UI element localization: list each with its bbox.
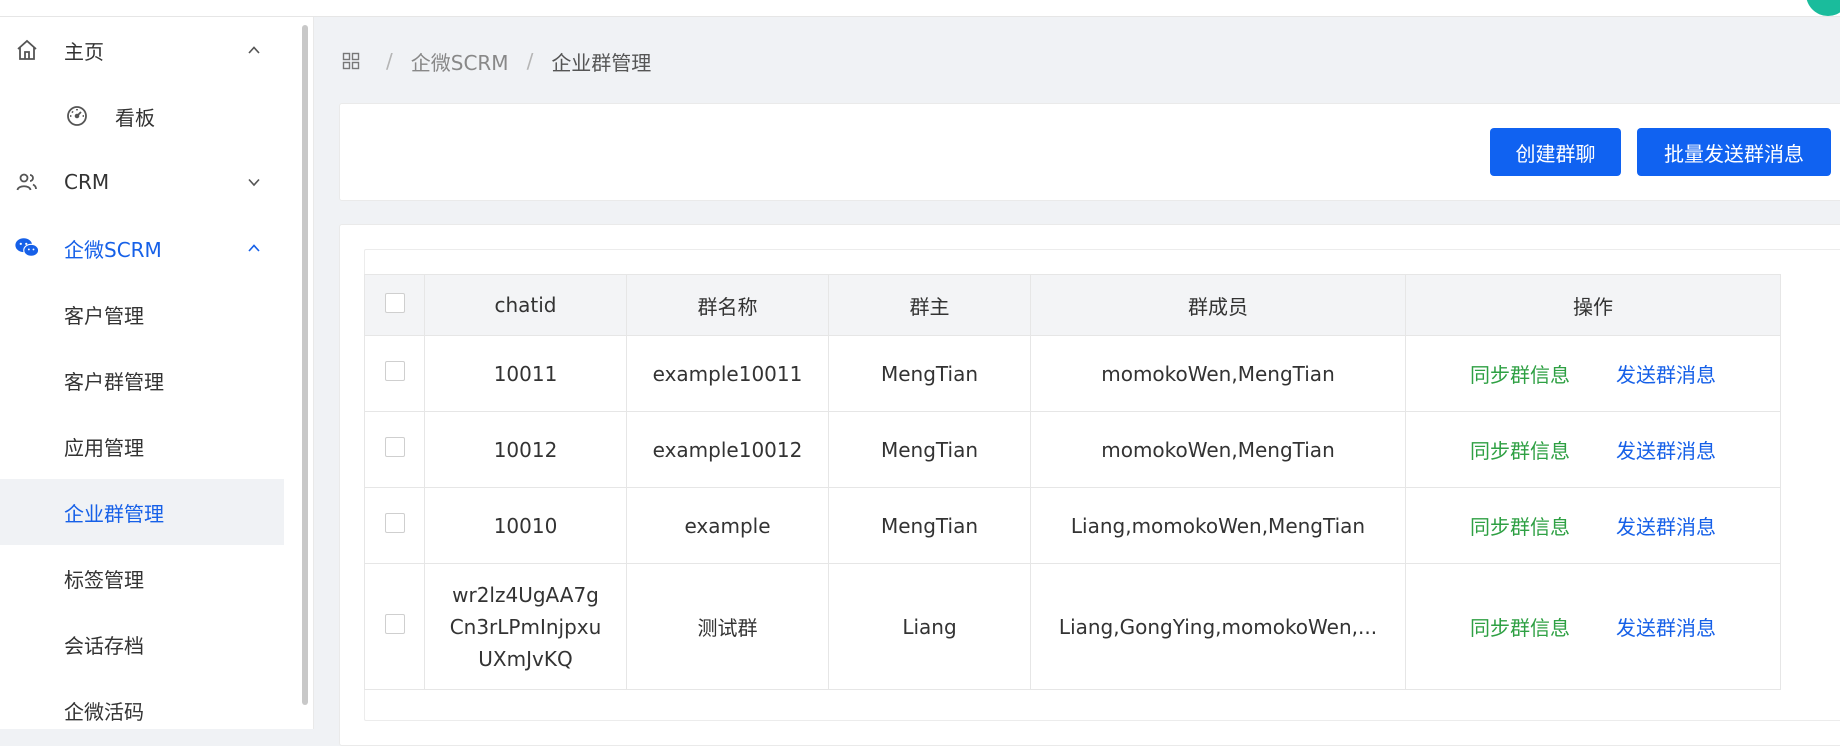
users-icon [14, 169, 40, 195]
create-group-button[interactable]: 创建群聊 [1490, 128, 1621, 176]
table-row: wr2lz4UgAA7gCn3rLPmInjpxuUXmJvKQ 测试群 Lia… [364, 563, 1781, 690]
chatid-cell: wr2lz4UgAA7gCn3rLPmInjpxuUXmJvKQ [424, 563, 627, 690]
sidebar-item-live-code[interactable]: 企微活码 [0, 677, 284, 729]
row-checkbox[interactable] [384, 614, 405, 634]
sidebar-item-label: 标签管理 [64, 567, 144, 592]
batch-send-button[interactable]: 批量发送群消息 [1637, 128, 1831, 176]
column-header[interactable]: 群成员 [1030, 274, 1406, 336]
select-all-cell [364, 274, 425, 336]
row-checkbox[interactable] [384, 513, 405, 533]
breadcrumb-separator: / [526, 49, 534, 73]
avatar[interactable] [1806, 0, 1840, 16]
top-header [0, 0, 1840, 17]
row-select-cell [364, 563, 425, 690]
row-select-cell [364, 487, 425, 564]
sidebar-item-chat-archive[interactable]: 会话存档 [0, 611, 284, 677]
breadcrumb-item-current: 企业群管理 [551, 50, 652, 75]
members-cell: momokoWen,MengTian [1030, 335, 1406, 412]
sync-group-info-link[interactable]: 同步群信息 [1470, 616, 1570, 640]
chatid-text: wr2lz4UgAA7gCn3rLPmInjpxuUXmJvKQ [449, 582, 602, 671]
sidebar-item-label: 应用管理 [64, 435, 144, 460]
sidebar-item-label: 会话存档 [64, 633, 144, 658]
sidebar-item-label: 企微SCRM [64, 237, 162, 262]
column-header[interactable]: 群名称 [626, 274, 829, 336]
send-group-message-link[interactable]: 发送群消息 [1616, 439, 1716, 463]
sidebar-item-home[interactable]: 主页 [0, 17, 284, 83]
owner-cell: MengTian [828, 411, 1031, 488]
chevron-up-icon [244, 40, 264, 60]
sidebar-item-label: 客户管理 [64, 303, 144, 328]
sidebar-menu: 主页 看板 CRM 企微SCRM 客户管理 客户群管理 应用管理 企业群管理 标… [0, 17, 284, 729]
sidebar-item-tags[interactable]: 标签管理 [0, 545, 284, 611]
row-select-cell [364, 335, 425, 412]
sidebar-item-label: 主页 [64, 39, 104, 64]
chatid-cell: 10010 [424, 487, 627, 564]
group-name-cell: example10012 [626, 411, 829, 488]
column-header[interactable]: chatid [424, 274, 627, 336]
chevron-up-icon [244, 238, 264, 258]
sidebar-item-label: 看板 [115, 105, 155, 130]
toolbar-card: 创建群聊 批量发送群消息 [339, 103, 1840, 201]
members-text: Liang,GongYing,momokoWen,... [1058, 615, 1378, 640]
column-header[interactable]: 群主 [828, 274, 1031, 336]
sidebar-item-label: 企业群管理 [64, 501, 164, 526]
actions-cell: 同步群信息 发送群消息 [1405, 487, 1781, 564]
group-name-cell: example10011 [626, 335, 829, 412]
table-row: 10012 example10012 MengTian momokoWen,Me… [364, 411, 1781, 488]
table-row: 10010 example MengTian Liang,momokoWen,M… [364, 487, 1781, 564]
members-cell: Liang,momokoWen,MengTian [1030, 487, 1406, 564]
sidebar-item-apps[interactable]: 应用管理 [0, 413, 284, 479]
wechat-icon [14, 235, 40, 261]
breadcrumb-separator: / [386, 49, 393, 73]
table-card: chatid 群名称 群主 群成员 操作 10011 example10011 … [339, 224, 1840, 746]
row-select-cell [364, 411, 425, 488]
owner-cell: MengTian [828, 335, 1031, 412]
sidebar: 主页 看板 CRM 企微SCRM 客户管理 客户群管理 应用管理 企业群管理 标… [0, 17, 314, 729]
home-icon [14, 37, 40, 63]
send-group-message-link[interactable]: 发送群消息 [1616, 515, 1716, 539]
sidebar-item-enterprise-group[interactable]: 企业群管理 [0, 479, 284, 545]
sidebar-item-customer-group[interactable]: 客户群管理 [0, 347, 284, 413]
send-group-message-link[interactable]: 发送群消息 [1616, 616, 1716, 640]
group-name-cell: 测试群 [626, 563, 829, 690]
owner-cell: Liang [828, 563, 1031, 690]
row-checkbox[interactable] [384, 361, 405, 381]
sidebar-item-label: 客户群管理 [64, 369, 164, 394]
members-cell: momokoWen,MengTian [1030, 411, 1406, 488]
sidebar-item-crm[interactable]: CRM [0, 149, 284, 215]
sidebar-item-label: CRM [64, 170, 110, 194]
sidebar-item-dashboard[interactable]: 看板 [0, 83, 284, 149]
sync-group-info-link[interactable]: 同步群信息 [1470, 363, 1570, 387]
select-all-checkbox[interactable] [384, 292, 405, 313]
group-name-cell: example [626, 487, 829, 564]
row-checkbox[interactable] [384, 437, 405, 457]
table-row: 10011 example10011 MengTian momokoWen,Me… [364, 335, 1781, 412]
owner-cell: MengTian [828, 487, 1031, 564]
actions-cell: 同步群信息 发送群消息 [1405, 563, 1781, 690]
actions-cell: 同步群信息 发送群消息 [1405, 411, 1781, 488]
apps-grid-icon[interactable] [340, 50, 362, 72]
members-cell: Liang,GongYing,momokoWen,... [1030, 563, 1406, 690]
table-header-row: chatid 群名称 群主 群成员 操作 [364, 274, 1781, 336]
chatid-cell: 10012 [424, 411, 627, 488]
sync-group-info-link[interactable]: 同步群信息 [1470, 515, 1570, 539]
dashboard-icon [64, 103, 90, 129]
chevron-down-icon [244, 172, 264, 192]
breadcrumb: / 企微SCRM / 企业群管理 [340, 44, 651, 78]
sync-group-info-link[interactable]: 同步群信息 [1470, 439, 1570, 463]
group-table: chatid 群名称 群主 群成员 操作 10011 example10011 … [364, 274, 1781, 690]
send-group-message-link[interactable]: 发送群消息 [1616, 363, 1716, 387]
sidebar-scrollbar[interactable] [302, 25, 308, 705]
actions-cell: 同步群信息 发送群消息 [1405, 335, 1781, 412]
sidebar-item-customer[interactable]: 客户管理 [0, 281, 284, 347]
column-header: 操作 [1405, 274, 1781, 336]
sidebar-item-label: 企微活码 [64, 699, 144, 724]
breadcrumb-item-wecom-scrm[interactable]: 企微SCRM [411, 47, 509, 76]
sidebar-item-wecom-scrm[interactable]: 企微SCRM [0, 215, 284, 281]
chatid-cell: 10011 [424, 335, 627, 412]
